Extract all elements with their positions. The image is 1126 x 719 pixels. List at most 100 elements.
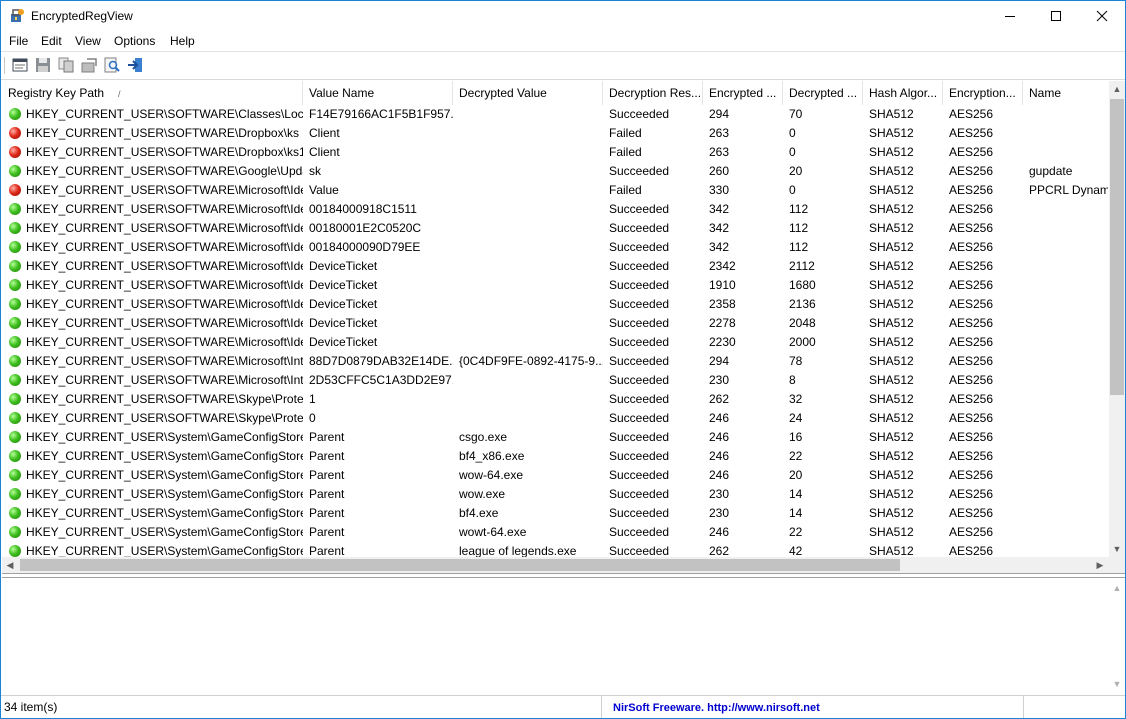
table-row[interactable]: HKEY_CURRENT_USER\SOFTWARE\Microsoft\Ide… bbox=[2, 314, 1108, 333]
cell-decrypted-size: 8 bbox=[789, 373, 796, 387]
table-row[interactable]: HKEY_CURRENT_USER\System\GameConfigStore… bbox=[2, 428, 1108, 447]
table-row[interactable]: HKEY_CURRENT_USER\System\GameConfigStore… bbox=[2, 542, 1108, 557]
menu-view[interactable]: View bbox=[75, 34, 101, 48]
scroll-up-icon[interactable]: ▲ bbox=[1109, 81, 1125, 97]
details-scroll-down-icon[interactable]: ▼ bbox=[1109, 676, 1125, 692]
horizontal-scrollbar[interactable]: ◀ ▶ bbox=[2, 557, 1109, 573]
menu-bar: File Edit View Options Help bbox=[1, 31, 1125, 51]
details-pane[interactable]: ▲ ▼ bbox=[2, 577, 1125, 694]
cell-name bbox=[1023, 124, 1108, 143]
table-row[interactable]: HKEY_CURRENT_USER\System\GameConfigStore… bbox=[2, 504, 1108, 523]
menu-file[interactable]: File bbox=[9, 34, 28, 48]
cell-value-name: F14E79166AC1F5B1F957... bbox=[309, 107, 453, 121]
cell-registry-key-path: HKEY_CURRENT_USER\SOFTWARE\Microsoft\Ide… bbox=[26, 183, 303, 197]
cell-registry-key-path: HKEY_CURRENT_USER\SOFTWARE\Google\Updat.… bbox=[26, 164, 303, 178]
save-button[interactable] bbox=[34, 56, 52, 74]
cell-registry-key-path: HKEY_CURRENT_USER\System\GameConfigStore… bbox=[26, 430, 303, 444]
html-report-button[interactable] bbox=[11, 56, 29, 74]
nirsoft-link[interactable]: NirSoft Freeware. http://www.nirsoft.net bbox=[605, 702, 820, 714]
scroll-right-icon[interactable]: ▶ bbox=[1092, 557, 1108, 573]
cell-value-name: 2D53CFFC5C1A3DD2E97... bbox=[309, 373, 453, 387]
cell-value-name: Parent bbox=[309, 544, 345, 557]
menu-edit[interactable]: Edit bbox=[41, 34, 62, 48]
table-row[interactable]: HKEY_CURRENT_USER\SOFTWARE\Dropbox\ks Cli… bbox=[2, 124, 1108, 143]
column-header-hash-algorithm[interactable]: Hash Algor... bbox=[863, 81, 943, 105]
table-row[interactable]: HKEY_CURRENT_USER\SOFTWARE\Microsoft\Ide… bbox=[2, 295, 1108, 314]
scroll-down-icon[interactable]: ▼ bbox=[1109, 541, 1125, 557]
cell-decrypted-size: 0 bbox=[789, 126, 796, 140]
table-row[interactable]: HKEY_CURRENT_USER\SOFTWARE\Microsoft\Ide… bbox=[2, 181, 1108, 200]
horizontal-scroll-thumb[interactable] bbox=[20, 559, 900, 571]
table-row[interactable]: HKEY_CURRENT_USER\SOFTWARE\Microsoft\Int… bbox=[2, 352, 1108, 371]
cell-decryption-result: Succeeded bbox=[609, 525, 670, 539]
table-row[interactable]: HKEY_CURRENT_USER\SOFTWARE\Skype\Protect… bbox=[2, 390, 1108, 409]
copy-button[interactable] bbox=[57, 56, 75, 74]
cell-encryption: AES256 bbox=[949, 183, 994, 197]
table-row[interactable]: HKEY_CURRENT_USER\SOFTWARE\Microsoft\Ide… bbox=[2, 333, 1108, 352]
vertical-scroll-thumb[interactable] bbox=[1110, 99, 1124, 395]
maximize-button[interactable] bbox=[1033, 1, 1079, 31]
minimize-button[interactable] bbox=[987, 1, 1033, 31]
cell-decrypted-value bbox=[453, 371, 603, 390]
table-row[interactable]: HKEY_CURRENT_USER\SOFTWARE\Classes\Local… bbox=[2, 105, 1108, 124]
cell-registry-key-path: HKEY_CURRENT_USER\SOFTWARE\Microsoft\Int… bbox=[26, 354, 303, 368]
column-header-name[interactable]: Name bbox=[1023, 81, 1109, 105]
column-header-value-name[interactable]: Value Name bbox=[303, 81, 453, 105]
cell-decrypted-value bbox=[453, 162, 603, 181]
table-row[interactable]: HKEY_CURRENT_USER\SOFTWARE\Microsoft\Ide… bbox=[2, 238, 1108, 257]
cell-decrypted-size: 112 bbox=[789, 202, 809, 216]
close-button[interactable] bbox=[1079, 1, 1125, 31]
cell-registry-key-path: HKEY_CURRENT_USER\SOFTWARE\Microsoft\Int… bbox=[26, 373, 303, 387]
column-header-decrypted-size[interactable]: Decrypted ... bbox=[783, 81, 863, 105]
cell-decrypted-size: 78 bbox=[789, 354, 803, 368]
table-row[interactable]: HKEY_CURRENT_USER\SOFTWARE\Microsoft\Int… bbox=[2, 371, 1108, 390]
exit-button[interactable] bbox=[126, 56, 144, 74]
cell-encryption: AES256 bbox=[949, 278, 994, 292]
minimize-icon bbox=[1005, 16, 1015, 17]
scroll-left-icon[interactable]: ◀ bbox=[2, 557, 18, 573]
table-row[interactable]: HKEY_CURRENT_USER\SOFTWARE\Dropbox\ks1 Cl… bbox=[2, 143, 1108, 162]
cell-registry-key-path: HKEY_CURRENT_USER\SOFTWARE\Microsoft\Ide… bbox=[26, 335, 303, 349]
cell-decrypted-size: 22 bbox=[789, 449, 803, 463]
table-row[interactable]: HKEY_CURRENT_USER\SOFTWARE\Microsoft\Ide… bbox=[2, 219, 1108, 238]
table-row[interactable]: HKEY_CURRENT_USER\SOFTWARE\Microsoft\Ide… bbox=[2, 276, 1108, 295]
table-row[interactable]: HKEY_CURRENT_USER\SOFTWARE\Google\Updat.… bbox=[2, 162, 1108, 181]
item-count: 34 item(s) bbox=[1, 696, 602, 718]
cell-encrypted-size: 262 bbox=[709, 544, 730, 557]
menu-help[interactable]: Help bbox=[170, 34, 195, 48]
cell-hash-algorithm: SHA512 bbox=[869, 259, 914, 273]
cell-value-name: Parent bbox=[309, 506, 345, 520]
column-header-decryption-result[interactable]: Decryption Res... bbox=[603, 81, 703, 105]
table-row[interactable]: HKEY_CURRENT_USER\System\GameConfigStore… bbox=[2, 447, 1108, 466]
cell-encryption: AES256 bbox=[949, 468, 994, 482]
cell-name bbox=[1023, 466, 1108, 485]
details-vertical-scrollbar[interactable]: ▲ ▼ bbox=[1109, 578, 1125, 694]
table-row[interactable]: HKEY_CURRENT_USER\System\GameConfigStore… bbox=[2, 523, 1108, 542]
list-header: Registry Key Path / Value Name Decrypted … bbox=[2, 81, 1108, 105]
cell-value-name: Parent bbox=[309, 487, 345, 501]
vertical-scrollbar[interactable]: ▲ ▼ bbox=[1109, 81, 1125, 557]
column-header-decrypted-value[interactable]: Decrypted Value bbox=[453, 81, 603, 105]
toolbar-grip bbox=[4, 57, 7, 74]
menu-options[interactable]: Options bbox=[114, 34, 155, 48]
table-row[interactable]: HKEY_CURRENT_USER\SOFTWARE\Microsoft\Ide… bbox=[2, 257, 1108, 276]
table-row[interactable]: HKEY_CURRENT_USER\SOFTWARE\Microsoft\Ide… bbox=[2, 200, 1108, 219]
cell-registry-key-path: HKEY_CURRENT_USER\System\GameConfigStore… bbox=[26, 449, 303, 463]
title-bar[interactable]: EncryptedRegView bbox=[1, 1, 1125, 31]
details-scroll-up-icon[interactable]: ▲ bbox=[1109, 580, 1125, 596]
cell-encrypted-size: 246 bbox=[709, 468, 730, 482]
column-header-registry-key-path[interactable]: Registry Key Path / bbox=[2, 81, 303, 105]
table-row[interactable]: HKEY_CURRENT_USER\SOFTWARE\Skype\Protect… bbox=[2, 409, 1108, 428]
cell-decryption-result: Succeeded bbox=[609, 468, 670, 482]
column-header-encryption[interactable]: Encryption... bbox=[943, 81, 1023, 105]
cell-decrypted-value: wow-64.exe bbox=[459, 468, 524, 482]
table-row[interactable]: HKEY_CURRENT_USER\System\GameConfigStore… bbox=[2, 485, 1108, 504]
cell-value-name: DeviceTicket bbox=[309, 259, 378, 273]
properties-button[interactable] bbox=[80, 56, 98, 74]
column-header-encrypted-size[interactable]: Encrypted ... bbox=[703, 81, 783, 105]
cell-decrypted-value bbox=[453, 143, 603, 162]
cell-hash-algorithm: SHA512 bbox=[869, 126, 914, 140]
registry-list-view[interactable]: Registry Key Path / Value Name Decrypted … bbox=[2, 81, 1125, 574]
table-row[interactable]: HKEY_CURRENT_USER\System\GameConfigStore… bbox=[2, 466, 1108, 485]
find-button[interactable] bbox=[103, 56, 121, 74]
